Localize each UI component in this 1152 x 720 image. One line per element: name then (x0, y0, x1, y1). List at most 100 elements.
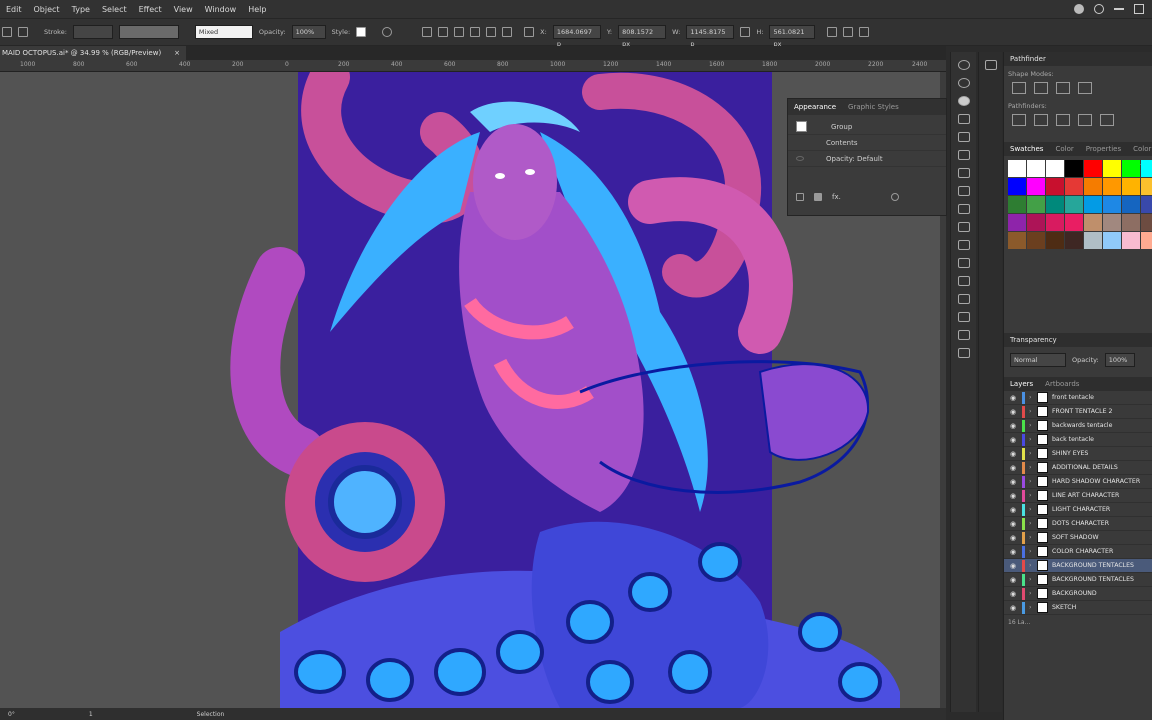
menu-object[interactable]: Object (28, 5, 66, 14)
export-icon[interactable] (957, 186, 970, 196)
color-swatch[interactable] (1008, 160, 1026, 177)
color-swatch[interactable] (1046, 196, 1064, 213)
layer-row[interactable]: ◉ › HARD SHADOW CHARACTER (1004, 475, 1152, 489)
visibility-eye-icon[interactable]: ◉ (1004, 548, 1022, 556)
color-swatch[interactable] (1084, 232, 1102, 249)
link-icon[interactable] (740, 27, 751, 37)
style-swatch-icon[interactable] (356, 27, 367, 37)
h-field[interactable]: 561.0821 px (769, 25, 816, 48)
outline-icon[interactable] (1100, 114, 1114, 126)
opacity-field[interactable]: 100% (291, 25, 326, 39)
color-swatch[interactable] (1008, 232, 1026, 249)
color-swatch[interactable] (1065, 214, 1083, 231)
search-icon[interactable] (1094, 4, 1104, 14)
expand-arrow-icon[interactable]: › (1029, 422, 1037, 429)
expand-arrow-icon[interactable]: › (1029, 436, 1037, 443)
color-swatch[interactable] (1122, 232, 1140, 249)
rotation-field[interactable]: 0° (8, 711, 15, 718)
blend-mode-select[interactable]: Normal (1010, 353, 1066, 367)
color-swatch[interactable] (1084, 196, 1102, 213)
color-swatch[interactable] (1122, 160, 1140, 177)
trim-icon[interactable] (1034, 114, 1048, 126)
menu-select[interactable]: Select (96, 5, 133, 14)
add-fill-icon[interactable] (814, 193, 822, 201)
layer-row[interactable]: ◉ › SHINY EYES (1004, 447, 1152, 461)
expand-arrow-icon[interactable]: › (1029, 478, 1037, 485)
tab-graphic-styles[interactable]: Graphic Styles (848, 103, 899, 111)
maximize-icon[interactable] (1134, 4, 1144, 14)
layer-row[interactable]: ◉ › COLOR CHARACTER (1004, 545, 1152, 559)
color-swatch[interactable] (1046, 232, 1064, 249)
artboard-page-field[interactable]: 1 (89, 711, 93, 718)
reference-point-icon[interactable] (524, 27, 535, 37)
visibility-eye-icon[interactable]: ◉ (1004, 506, 1022, 514)
color-swatch[interactable] (1027, 196, 1045, 213)
visibility-icon[interactable] (796, 156, 804, 161)
color-swatch[interactable] (1103, 232, 1121, 249)
color-swatch[interactable] (1027, 232, 1045, 249)
tab-color-guide[interactable]: Color Gu (1133, 142, 1152, 167)
visibility-eye-icon[interactable]: ◉ (1004, 576, 1022, 584)
libraries-icon[interactable] (957, 348, 970, 358)
isolate-icon[interactable] (843, 27, 854, 37)
tab-artboards[interactable]: Artboards (1045, 377, 1079, 391)
color-swatch[interactable] (1141, 178, 1152, 195)
tab-properties[interactable]: Properties (1086, 142, 1121, 156)
color-swatch[interactable] (1141, 196, 1152, 213)
clear-appearance-icon[interactable] (890, 193, 899, 201)
expand-arrow-icon[interactable]: › (1029, 492, 1037, 499)
select-similar-icon[interactable] (859, 27, 870, 37)
w-field[interactable]: 1145.8175 p (686, 25, 735, 48)
links-icon[interactable] (957, 258, 970, 268)
layer-row[interactable]: ◉ › FRONT TENTACLE 2 (1004, 405, 1152, 419)
align-top-icon[interactable] (470, 27, 481, 37)
visibility-eye-icon[interactable]: ◉ (1004, 590, 1022, 598)
actions-icon[interactable] (957, 276, 970, 286)
stroke-swatch-icon[interactable] (18, 27, 28, 37)
expand-arrow-icon[interactable]: › (1029, 604, 1037, 611)
visibility-eye-icon[interactable]: ◉ (1004, 604, 1022, 612)
expand-arrow-icon[interactable]: › (1029, 408, 1037, 415)
add-stroke-icon[interactable] (796, 193, 804, 201)
visibility-eye-icon[interactable]: ◉ (1004, 478, 1022, 486)
opentype-icon[interactable] (957, 330, 970, 340)
layer-row[interactable]: ◉ › backwards tentacle (1004, 419, 1152, 433)
menu-view[interactable]: View (168, 5, 199, 14)
menu-edit[interactable]: Edit (0, 5, 28, 14)
appearance-contents-label[interactable]: Contents (826, 139, 858, 147)
gradient-icon[interactable] (957, 132, 970, 142)
expand-arrow-icon[interactable]: › (1029, 576, 1037, 583)
visibility-eye-icon[interactable]: ◉ (1004, 562, 1022, 570)
expand-arrow-icon[interactable]: › (1029, 520, 1037, 527)
color-swatch[interactable] (1141, 160, 1152, 177)
crop-icon[interactable] (1078, 114, 1092, 126)
transparency-header[interactable]: Transparency (1004, 333, 1152, 347)
align-left-icon[interactable] (422, 27, 433, 37)
color-swatch[interactable] (1084, 214, 1102, 231)
tab-layers[interactable]: Layers (1010, 377, 1033, 391)
visibility-eye-icon[interactable]: ◉ (1004, 450, 1022, 458)
color-swatch[interactable] (1027, 214, 1045, 231)
stroke-weight-field[interactable] (72, 25, 113, 39)
exclude-icon[interactable] (1078, 82, 1092, 94)
visibility-eye-icon[interactable]: ◉ (1004, 422, 1022, 430)
visibility-eye-icon[interactable]: ◉ (1004, 408, 1022, 416)
color-swatch[interactable] (1103, 160, 1121, 177)
color-swatch[interactable] (1027, 160, 1045, 177)
gear-icon[interactable] (957, 60, 970, 70)
visibility-eye-icon[interactable]: ◉ (1004, 520, 1022, 528)
x-field[interactable]: 1684.0697 p (552, 25, 601, 48)
symbols-icon[interactable] (957, 222, 970, 232)
expand-arrow-icon[interactable]: › (1029, 506, 1037, 513)
color-swatch[interactable] (1122, 214, 1140, 231)
minus-front-icon[interactable] (1034, 82, 1048, 94)
expand-arrow-icon[interactable]: › (1029, 450, 1037, 457)
add-effect-button[interactable]: fx. (832, 193, 841, 201)
align-bottom-icon[interactable] (502, 27, 513, 37)
y-field[interactable]: 808.1572 px (618, 25, 667, 48)
brush-field[interactable]: Mixed (194, 25, 253, 39)
layer-row[interactable]: ◉ › SOFT SHADOW (1004, 531, 1152, 545)
variable-width-field[interactable] (118, 25, 179, 39)
close-tab-icon[interactable]: × (174, 46, 180, 60)
color-swatch[interactable] (1122, 196, 1140, 213)
